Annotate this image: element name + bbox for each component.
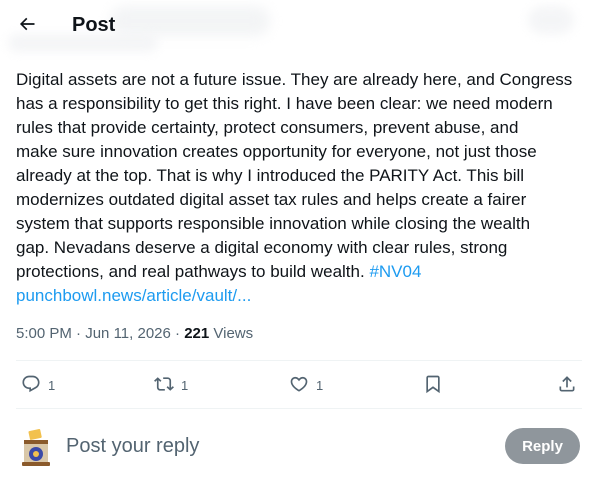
hashtag-link[interactable]: #NV04 [369, 262, 421, 281]
blurred-header-content [528, 6, 574, 34]
post-text-line: already at the top. That is why I introd… [16, 166, 525, 185]
share-icon [557, 374, 577, 397]
page-title: Post [72, 14, 116, 36]
article-link[interactable]: punchbowl.news/article/vault/... [16, 284, 588, 308]
like-button[interactable]: 1 [289, 373, 323, 397]
arrow-left-icon [17, 14, 37, 39]
action-bar: 1 1 1 [0, 361, 598, 408]
reply-count: 1 [48, 377, 56, 393]
post-text-line: make sure innovation creates opportunity… [16, 142, 537, 161]
views-label: Views [209, 325, 254, 342]
like-count: 1 [316, 377, 324, 393]
post-time[interactable]: 5:00 PM [16, 325, 72, 342]
post-text-line: gap. Nevadans deserve a digital economy … [16, 238, 508, 257]
bookmark-button[interactable] [423, 373, 443, 397]
post-text-line: modernizes outdated digital asset tax ru… [16, 190, 527, 209]
like-icon [289, 374, 309, 397]
repost-count: 1 [181, 377, 189, 393]
back-button[interactable] [10, 9, 44, 43]
avatar[interactable] [20, 428, 52, 468]
share-button[interactable] [557, 373, 577, 397]
reply-submit-button[interactable]: Reply [505, 428, 580, 464]
post-text-line: Digital assets are not a future issue. T… [16, 70, 573, 89]
meta-separator: · [71, 325, 86, 342]
meta-separator: · [170, 325, 185, 342]
reply-input[interactable] [66, 432, 486, 460]
divider [16, 408, 582, 409]
post-text-line: system that supports responsible innovat… [16, 214, 531, 233]
post-text-segment: protections, and real pathways to build … [16, 262, 370, 281]
post-text-line: protections, and real pathways to build … [16, 260, 588, 284]
reply-button[interactable]: 1 [21, 373, 55, 397]
repost-button[interactable]: 1 [154, 373, 188, 397]
post-date[interactable]: Jun 11, 2026 [85, 325, 171, 342]
reply-icon [21, 374, 41, 397]
post-body: Digital assets are not a future issue. T… [16, 68, 588, 308]
post-metadata: 5:00 PM · Jun 11, 2026 · 221 Views [16, 325, 253, 342]
repost-icon [154, 374, 174, 397]
bookmark-icon [423, 374, 443, 397]
blurred-header-content [110, 6, 270, 36]
header-bar: Post [0, 0, 598, 53]
post-text-line: rules that provide certainty, protect co… [16, 118, 519, 137]
views-count: 221 [184, 325, 210, 342]
post-detail-view: Post Digital assets are not a future iss… [0, 0, 598, 494]
post-text-line: has a responsibility to get this right. … [16, 94, 553, 113]
